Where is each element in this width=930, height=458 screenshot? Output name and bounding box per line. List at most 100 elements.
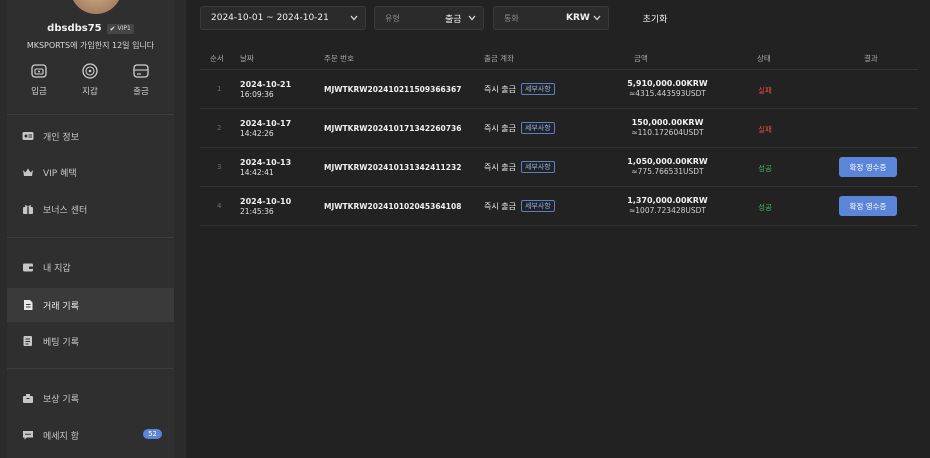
quick-deposit-button[interactable]: 입금 xyxy=(19,62,59,97)
time-value: 14:42:41 xyxy=(240,168,274,177)
status-badge: 실패 xyxy=(758,86,772,95)
method-label: 즉시 출금 xyxy=(484,162,516,172)
sidebar-item-profile[interactable]: 개인 정보 xyxy=(7,119,174,153)
column-header: 결과 xyxy=(864,54,878,63)
status-badge: 실패 xyxy=(758,125,772,134)
withdraw-method: 즉시 출금 세부사항 xyxy=(484,122,555,134)
sidebar-divider xyxy=(7,237,174,238)
status-badge: 성공 xyxy=(758,203,772,212)
details-button[interactable]: 세부사항 xyxy=(520,161,555,173)
join-days-text: MKSPORTS에 가입한지 12일 입니다 xyxy=(26,41,155,50)
sidebar-item-label: VIP 혜택 xyxy=(43,168,77,179)
deposit-wallet-icon xyxy=(31,64,47,78)
sidebar-item-messages[interactable]: 메세지 함 52 xyxy=(7,418,174,452)
sidebar-item-bonus[interactable]: 보너스 센터 xyxy=(7,192,174,226)
quick-wallet-label: 지갑 xyxy=(82,87,98,97)
currency-label: 통화 xyxy=(504,13,519,23)
vip-level: VIP1 xyxy=(117,25,131,32)
reset-button[interactable]: 초기화 xyxy=(626,6,684,30)
list-document-icon xyxy=(23,336,32,346)
quick-withdraw-label: 출금 xyxy=(133,87,149,97)
amount: 150,000.00KRW ≈110.172604USDT xyxy=(600,118,735,138)
date-value: 2024-10-21 xyxy=(240,80,292,89)
table-row: 2 2024-10-17 14:42:26 MJWTKRW20241017134… xyxy=(200,109,918,148)
table-row: 3 2024-10-13 14:42:41 MJWTKRW20241013134… xyxy=(200,148,918,187)
amount-krw: 1,370,000.00KRW xyxy=(627,196,708,205)
sidebar-divider xyxy=(7,368,174,369)
type-value: 출금 xyxy=(445,14,462,25)
order-number: MJWTKRW20241021150936636​7 xyxy=(324,85,462,94)
row-date: 2024-10-21 16:09:36 xyxy=(240,80,291,100)
sidebar-item-my-wallet[interactable]: 내 지갑 xyxy=(7,250,174,284)
vip-badge: ✔ VIP1 xyxy=(106,23,134,34)
quick-withdraw-button[interactable]: 출금 xyxy=(121,62,161,97)
check-icon: ✔ xyxy=(109,24,116,33)
transactions-table: 순서 날짜 주문 번호 출금 계좌 금액 상태 결과 1 2024-10-21 … xyxy=(200,46,918,226)
row-index: 4 xyxy=(217,202,222,210)
order-number: MJWTKRW202410102045364108 xyxy=(324,202,462,211)
sidebar-item-vip[interactable]: VIP 혜택 xyxy=(7,155,174,189)
row-date: 2024-10-10 21:45:36 xyxy=(240,197,291,217)
sidebar-item-label: 거래 기록 xyxy=(43,301,79,312)
currency-select[interactable]: 통화 KRW xyxy=(493,6,609,30)
amount: 5,910,000.00KRW ≈4315.443593USDT xyxy=(600,79,735,99)
amount-krw: 150,000.00KRW xyxy=(631,118,704,127)
sidebar-panel: dbsdbs75 ✔ VIP1 MKSPORTS에 가입한지 12일 입니다 입… xyxy=(7,0,174,458)
message-icon xyxy=(23,431,33,440)
details-button[interactable]: 세부사항 xyxy=(520,122,555,134)
column-header: 순서 xyxy=(210,54,224,63)
username-row: dbsdbs75 ✔ VIP1 xyxy=(7,23,174,34)
chevron-down-icon xyxy=(593,15,601,21)
reward-box-icon xyxy=(23,394,33,403)
document-icon xyxy=(24,300,33,310)
sidebar-item-label: 보상 기록 xyxy=(43,394,79,405)
table-row: 4 2024-10-10 21:45:36 MJWTKRW20241010204… xyxy=(200,187,918,226)
amount-usdt: ≈4315.443593USDT xyxy=(629,89,706,98)
time-value: 14:42:26 xyxy=(240,129,274,138)
quick-deposit-label: 입금 xyxy=(31,87,47,97)
confirm-receipt-button[interactable]: 확정 영수증 xyxy=(839,157,897,177)
sidebar-item-label: 개인 정보 xyxy=(43,132,79,143)
time-value: 21:45:36 xyxy=(240,207,274,216)
column-header: 금액 xyxy=(634,54,648,63)
column-header: 날짜 xyxy=(240,54,254,63)
withdraw-method: 즉시 출금 세부사항 xyxy=(484,161,555,173)
id-card-icon xyxy=(22,132,34,140)
method-label: 즉시 출금 xyxy=(484,201,516,211)
date-range-select[interactable]: 2024-10-01 ~ 2024-10-21 xyxy=(200,6,366,30)
order-number: MJWTKRW202410171342260736 xyxy=(324,124,462,133)
app: dbsdbs75 ✔ VIP1 MKSPORTS에 가입한지 12일 입니다 입… xyxy=(0,0,930,458)
sidebar: dbsdbs75 ✔ VIP1 MKSPORTS에 가입한지 12일 입니다 입… xyxy=(0,0,186,458)
quick-wallet-button[interactable]: 지갑 xyxy=(70,62,110,97)
withdraw-card-icon xyxy=(133,64,149,78)
order-number: MJWTKRW202410131342411232 xyxy=(324,163,462,172)
row-index: 2 xyxy=(217,124,222,132)
method-label: 즉시 출금 xyxy=(484,84,516,94)
confirm-receipt-button[interactable]: 확정 영수증 xyxy=(839,196,897,216)
column-header: 상태 xyxy=(757,54,771,63)
type-select[interactable]: 유형 출금 xyxy=(374,6,484,30)
time-value: 16:09:36 xyxy=(240,90,274,99)
row-date: 2024-10-13 14:42:41 xyxy=(240,158,291,178)
sidebar-item-label: 내 지갑 xyxy=(43,263,71,274)
username: dbsdbs75 xyxy=(47,23,102,34)
amount-krw: 5,910,000.00KRW xyxy=(627,79,708,88)
amount: 1,370,000.00KRW ≈1007.723428USDT xyxy=(600,196,735,216)
date-value: 2024-10-13 xyxy=(240,158,292,167)
sidebar-item-label: 베팅 기록 xyxy=(43,337,79,348)
sidebar-divider xyxy=(7,114,174,115)
sidebar-item-bets[interactable]: 베팅 기록 xyxy=(7,324,174,358)
sidebar-item-transactions[interactable]: 거래 기록 xyxy=(7,288,174,322)
sidebar-item-rewards[interactable]: 보상 기록 xyxy=(7,381,174,415)
withdraw-method: 즉시 출금 세부사항 xyxy=(484,200,555,212)
details-button[interactable]: 세부사항 xyxy=(520,83,555,95)
date-value: 2024-10-10 xyxy=(240,197,292,206)
avatar[interactable] xyxy=(70,0,122,14)
details-button[interactable]: 세부사항 xyxy=(520,200,555,212)
row-date: 2024-10-17 14:42:26 xyxy=(240,119,291,139)
sidebar-item-label: 메세지 함 xyxy=(43,431,79,442)
crown-icon xyxy=(23,168,33,176)
wallet-icon xyxy=(23,263,33,272)
status-badge: 성공 xyxy=(758,164,772,173)
message-count-badge: 52 xyxy=(143,429,162,439)
